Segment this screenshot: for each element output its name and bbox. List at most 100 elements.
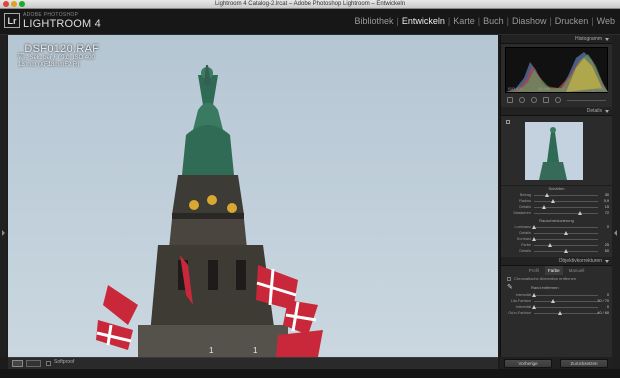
fringe-slider-knob[interactable]	[551, 298, 556, 303]
adjustment-brush-icon[interactable]	[555, 97, 561, 103]
window-title: Lightroom 4 Catalog-2.lrcat – Adobe Phot…	[214, 1, 406, 7]
fringe-slider-track[interactable]	[534, 310, 598, 315]
tool-strip	[501, 93, 612, 107]
ca-label: Chromatische Aberration entfernen	[514, 276, 577, 281]
svg-text:1: 1	[253, 346, 258, 355]
tab-color[interactable]: Farbe	[544, 266, 563, 275]
details-header[interactable]: Details	[501, 107, 612, 116]
spot-removal-icon[interactable]	[519, 97, 525, 103]
collapse-lens-icon	[605, 260, 609, 263]
module-print[interactable]: Drucken	[552, 16, 592, 26]
histogram-aperture: ƒ / 9,0	[562, 86, 574, 91]
loupe-view-icon[interactable]	[12, 360, 23, 367]
fringe-slider-label: Grün-Farbton	[508, 311, 531, 315]
collapse-histogram-icon	[605, 38, 609, 41]
fringe-slider-track[interactable]	[534, 298, 598, 303]
sharpen-slider-knob[interactable]	[541, 204, 546, 209]
sharpen-slider-value[interactable]: 72	[605, 210, 609, 216]
module-web[interactable]: Web	[594, 16, 618, 26]
noise-slider-knob[interactable]	[532, 224, 536, 229]
lens-header[interactable]: Objektivkorrekturen	[501, 257, 612, 266]
fringe-slider-3[interactable]: Grün-Farbton 40 / 60	[501, 310, 612, 316]
noise-slider-track[interactable]	[532, 236, 598, 241]
fringe-title: Rand entfernen	[531, 285, 559, 290]
noise-slider-track[interactable]	[534, 242, 598, 247]
lens-tabs: Profil Farbe Manuell	[501, 266, 612, 275]
panel-buttons: Vorherige Zurücksetzen	[500, 357, 612, 369]
fringe-slider-knob[interactable]	[557, 310, 562, 315]
photo-canvas[interactable]: 1 1 _DSF0120.RAF ¹⁄₁₂₅ Sek. bei ƒ / 9,0,…	[8, 35, 498, 357]
sharpen-slider-track[interactable]	[534, 210, 598, 215]
fringe-slider-knob[interactable]	[532, 292, 536, 297]
fringe-sliders: Intensität 0 Lila-Farbton 30 / 70 Intensität…	[501, 292, 612, 316]
sharpen-sliders: Betrag 30 Radius 0,9 Details 15 Maskieren 72	[501, 192, 612, 216]
module-slideshow[interactable]: Diashow	[509, 16, 550, 26]
noise-slider-track[interactable]	[534, 230, 598, 235]
sharpen-slider-label: Maskieren	[513, 211, 531, 215]
filmstrip-collapsed[interactable]	[0, 369, 620, 378]
tower-photo: 1 1	[8, 35, 498, 357]
previous-button[interactable]: Vorherige	[504, 358, 552, 368]
target-adjust-icon[interactable]	[506, 120, 510, 124]
softproof-checkbox[interactable]	[46, 361, 51, 366]
sharpen-slider-track[interactable]	[534, 204, 598, 209]
module-picker: Bibliothek | Entwickeln | Karte | Buch | Dia…	[351, 16, 618, 26]
ca-checkbox[interactable]	[507, 276, 511, 281]
right-panel: Histogramm ISO 400 18 mm ƒ / 9,0 ¹⁄₁₂₅ S…	[500, 35, 612, 369]
collapse-right-panel-icon	[614, 230, 617, 236]
noise-slider-4[interactable]: Details 50	[501, 248, 612, 254]
noise-slider-knob[interactable]	[532, 236, 536, 241]
brush-slider[interactable]	[567, 99, 606, 101]
fringe-slider-knob[interactable]	[532, 304, 536, 309]
detail-thumbnail[interactable]	[525, 122, 583, 180]
reset-button[interactable]: Zurücksetzen	[560, 358, 608, 368]
sharpen-slider-knob[interactable]	[578, 210, 583, 215]
compare-view-icon[interactable]	[26, 360, 41, 367]
sharpen-slider-track[interactable]	[534, 192, 598, 197]
noise-slider-knob[interactable]	[564, 230, 568, 235]
sharpen-slider-knob[interactable]	[544, 192, 549, 197]
tab-manual[interactable]: Manuell	[566, 266, 588, 275]
identity-plate: Lr ADOBE PHOTOSHOP LIGHTROOM 4 Bibliothe…	[0, 9, 620, 35]
detail-preview[interactable]	[501, 116, 612, 186]
histogram-iso: ISO 400	[508, 86, 523, 91]
fringe-slider-track[interactable]	[532, 304, 598, 309]
photo-filename: _DSF0120.RAF	[18, 43, 100, 55]
noise-slider-knob[interactable]	[564, 248, 568, 253]
ca-row[interactable]: Chromatische Aberration entfernen	[501, 275, 612, 283]
module-book[interactable]: Buch	[480, 16, 507, 26]
fringe-slider-track[interactable]	[532, 292, 598, 297]
fringe-eyedropper-icon[interactable]: ✎	[507, 283, 513, 291]
histogram-header[interactable]: Histogramm	[501, 35, 612, 44]
left-panel-collapsed[interactable]	[0, 35, 7, 357]
bottom-toolbar: Softproof	[8, 357, 498, 369]
histogram-focal: 18 mm	[538, 86, 551, 91]
noise-slider-value[interactable]: 50	[605, 248, 609, 254]
module-library[interactable]: Bibliothek	[351, 16, 396, 26]
noise-slider-knob[interactable]	[548, 242, 552, 247]
sharpen-slider-track[interactable]	[534, 198, 598, 203]
photo-info-overlay: _DSF0120.RAF ¹⁄₁₂₅ Sek. bei ƒ / 9,0, ISO…	[18, 43, 99, 69]
crop-tool-icon[interactable]	[507, 97, 513, 103]
expand-left-panel-icon	[2, 230, 5, 236]
noise-slider-track[interactable]	[534, 248, 598, 253]
window-titlebar: Lightroom 4 Catalog-2.lrcat – Adobe Phot…	[0, 0, 620, 9]
photo-exposure: ¹⁄₁₂₅ Sek. bei ƒ / 9,0, ISO 400	[18, 55, 95, 61]
lightroom-logo: Lr	[4, 13, 20, 28]
module-map[interactable]: Karte	[450, 16, 478, 26]
histogram[interactable]: ISO 400 18 mm ƒ / 9,0 ¹⁄₁₂₅ Sek.	[505, 47, 608, 93]
sharpen-slider-3[interactable]: Maskieren 72	[501, 210, 612, 216]
sharpen-slider-knob[interactable]	[551, 198, 556, 203]
noise-slider-track[interactable]	[532, 224, 598, 229]
noise-slider-label: Details	[519, 249, 531, 253]
right-panel-scroll[interactable]	[612, 35, 620, 369]
graduated-filter-icon[interactable]	[543, 97, 549, 103]
app-name: LIGHTROOM 4	[23, 18, 101, 30]
thumbnail-image	[525, 122, 583, 180]
histogram-shutter: ¹⁄₁₂₅ Sek.	[589, 86, 605, 91]
tab-profile[interactable]: Profil	[526, 266, 542, 275]
module-develop[interactable]: Entwickeln	[399, 16, 448, 26]
red-eye-icon[interactable]	[531, 97, 537, 103]
fringe-row: ✎ Rand entfernen	[501, 283, 612, 292]
fringe-slider-value[interactable]: 40 / 60	[597, 310, 609, 316]
